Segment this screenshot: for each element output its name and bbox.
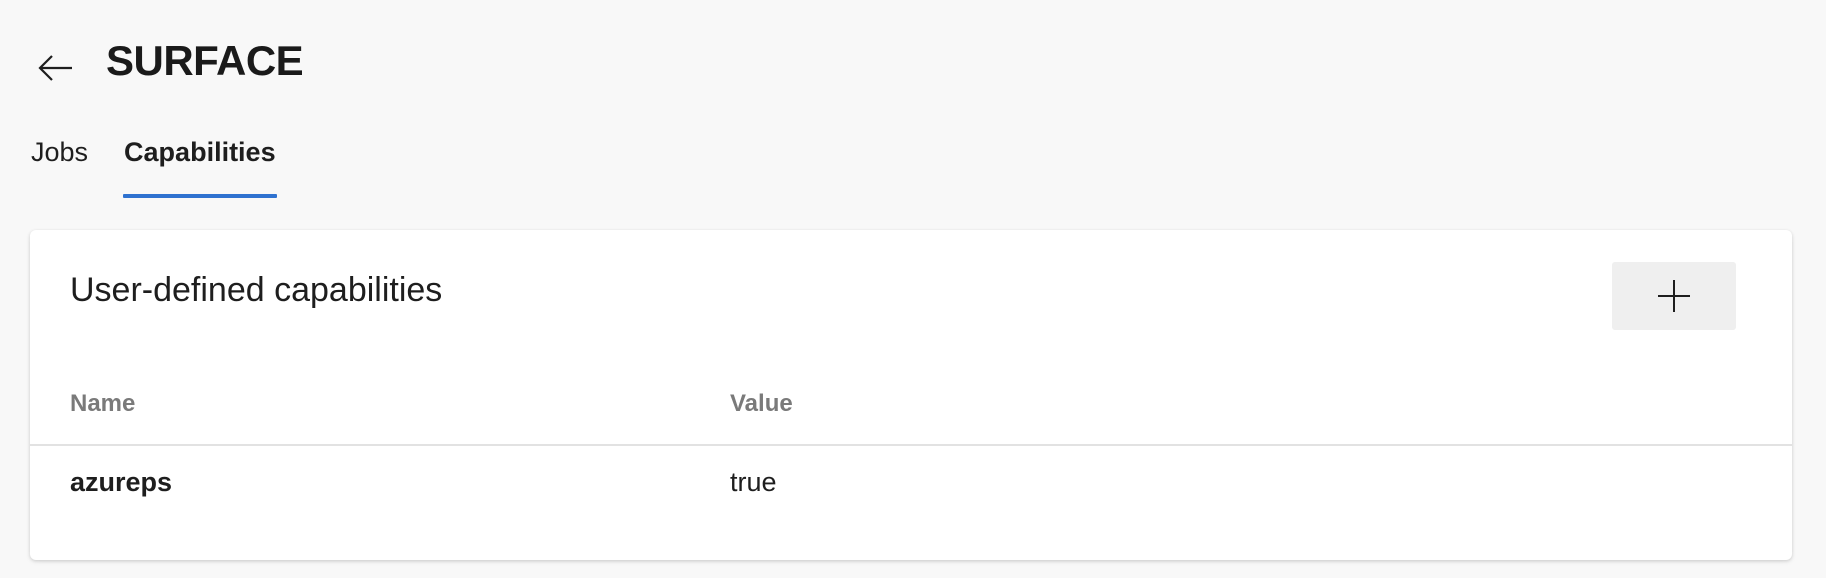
plus-icon	[1658, 280, 1690, 312]
column-header-name: Name	[70, 390, 136, 417]
capabilities-card: User-defined capabilities Name Value azu…	[30, 230, 1792, 560]
page-title: SURFACE	[106, 37, 304, 84]
back-button[interactable]	[32, 46, 80, 90]
add-capability-button[interactable]	[1612, 262, 1736, 330]
tab-capabilities[interactable]: Capabilities	[123, 128, 277, 198]
arrow-left-icon	[38, 55, 72, 81]
table-row[interactable]: azureps true	[30, 446, 1792, 522]
column-header-value: Value	[730, 390, 793, 417]
page-header: SURFACE	[0, 0, 1826, 110]
capabilities-table: Name Value azureps true	[30, 378, 1792, 522]
cell-capability-value: true	[730, 467, 777, 497]
card-title: User-defined capabilities	[70, 271, 443, 309]
cell-capability-name: azureps	[70, 467, 173, 497]
tab-jobs[interactable]: Jobs	[30, 128, 89, 198]
table-header: Name Value	[30, 378, 1792, 446]
tab-bar: Jobs Capabilities	[30, 128, 277, 200]
